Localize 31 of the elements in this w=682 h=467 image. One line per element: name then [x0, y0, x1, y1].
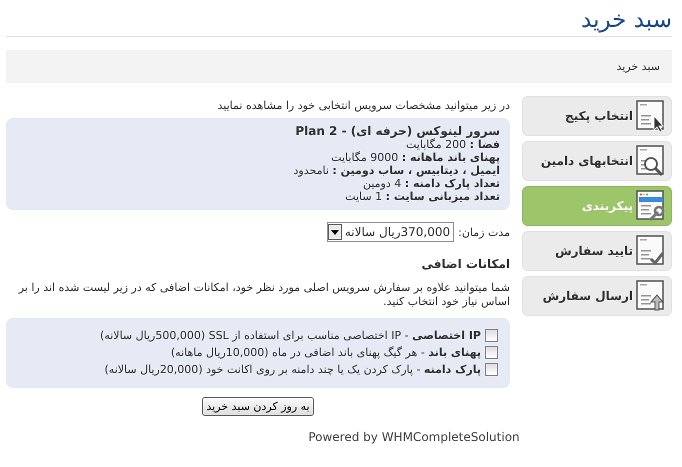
spec-line: فضا : 200 مگابایت: [405, 138, 500, 151]
addons-description: شما میتوانید علاوه بر سفارش سرویس اصلی مورد نظر خود، امکانات اضافی که در زیر لیست شده اند را بر اساس نیاز خود انتخاب کنید.: [17, 281, 510, 309]
product-name: سرور لینوکس (حرفه ای) - Plan 2: [294, 125, 500, 138]
addon-label: IP اختصاصی - IP اختصاصی مناسب برای استفاده از SSL (500,000ریال سالانه): [100, 328, 481, 344]
addon-label: پهنای باند - هر گیگ پهنای باند اضافی در ماه (10,000ریال ماهانه): [170, 345, 481, 361]
window-icon: [636, 280, 666, 312]
breadcrumb-link[interactable]: سبد خرید: [616, 60, 660, 73]
checkbox[interactable]: [485, 346, 498, 359]
step-tab[interactable]: انتخاب پکیج: [522, 96, 672, 136]
window-icon: [636, 235, 666, 267]
billing-label: مدت زمان:: [458, 226, 510, 238]
spec-line: تعداد پارک دامنه : 4 دومین: [362, 177, 500, 190]
checkbox[interactable]: [485, 329, 498, 342]
window-icon: [636, 145, 666, 177]
intro-text: در زیر میتوانید مشخصات سرویس انتخابی خود را مشاهده نمایید: [216, 99, 510, 112]
step-tab[interactable]: تایید سفارش: [522, 231, 672, 271]
spec-line: پهنای باند ماهانه : 9000 مگابایت: [330, 151, 500, 164]
step-tab[interactable]: انتخابهای دامین: [522, 141, 672, 181]
caret-icon: [330, 230, 339, 234]
section-heading: امکانات اضافی: [420, 257, 510, 271]
window-icon: [636, 100, 666, 132]
window-icon: [636, 190, 666, 222]
page-title: سبد خرید: [6, 6, 672, 37]
checkbox[interactable]: [485, 363, 498, 376]
billing-dropdown[interactable]: 370,000ریال سالانه: [326, 222, 454, 242]
spec-line: ایمیل ، دیتابیس ، ساب دومین : نامحدود: [292, 164, 500, 177]
step-tab[interactable]: ارسال سفارش: [522, 276, 672, 316]
update-cart-button[interactable]: به روز کردن سبد خرید: [202, 397, 314, 416]
spec-line: تعداد میزبانی سایت : 1 سایت: [344, 190, 500, 203]
footer-text: Powered by WHMCompleteSolution: [307, 430, 521, 444]
addon-label: پارک دامنه - پارک کردن یک یا چند دامنه بر روی اکانت خود (20,000ریال سالانه): [104, 362, 481, 378]
